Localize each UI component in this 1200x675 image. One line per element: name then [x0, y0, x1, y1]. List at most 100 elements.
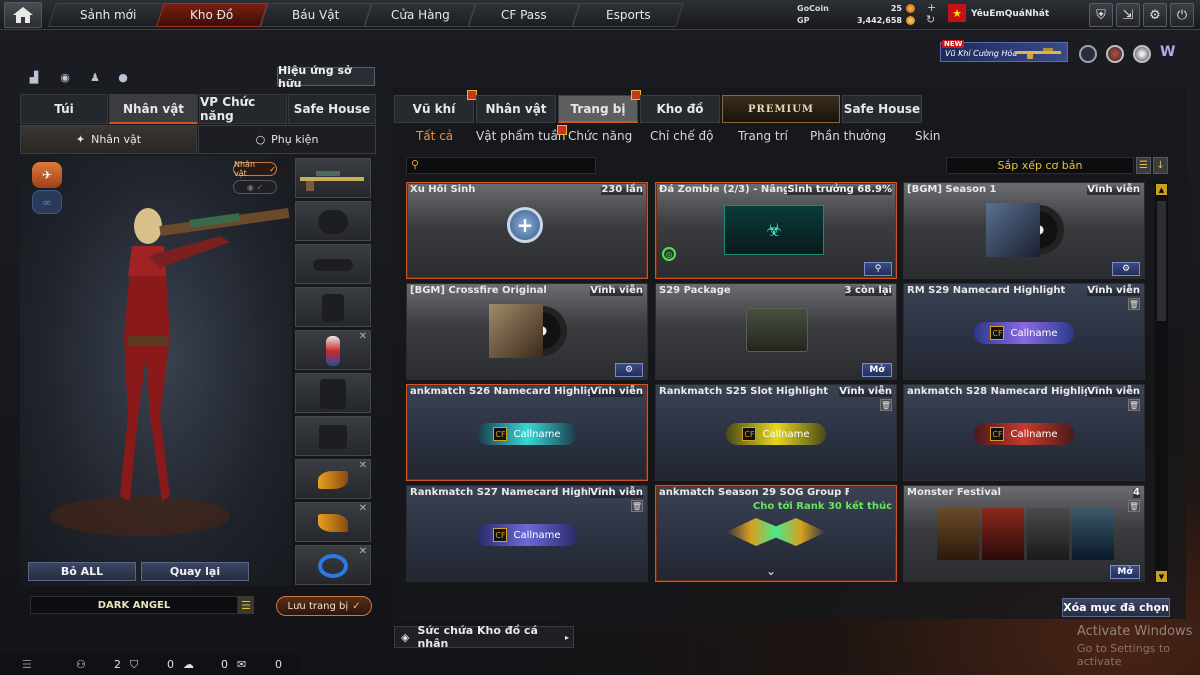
ownership-effect-button[interactable]: Hiệu ứng sở hữu [277, 64, 375, 90]
eye-icon[interactable]: ◉ [56, 68, 74, 86]
scroll-up-icon[interactable]: ▲ [1156, 184, 1167, 195]
character-preview[interactable]: ✈ ∞ Nhân vật ✓ ◉ ✓ [20, 156, 292, 586]
item-card[interactable]: Đá Zombie (2/3) - Nâng Cấp Sinh trưởng 6… [655, 182, 897, 279]
item-card[interactable]: Monster Festival 4 🗑 Mở [903, 485, 1145, 582]
trash-icon[interactable]: 🗑 [880, 399, 892, 411]
left-tab-bag[interactable]: Túi [20, 94, 108, 124]
scroll-down-icon[interactable]: ▼ [1156, 571, 1167, 582]
right-tab-storage[interactable]: Kho đồ [640, 95, 720, 123]
slot-vest[interactable] [295, 373, 371, 413]
camp-eagle-icon[interactable]: ✈ [32, 162, 62, 188]
item-card[interactable]: [BGM] Crossfire Original Vĩnh viễn ⚙ [406, 283, 648, 380]
settings-button[interactable]: ⚙ [1112, 262, 1140, 276]
character-badge[interactable]: Nhân vật ✓ [233, 160, 277, 178]
scroll-thumb[interactable] [1157, 201, 1166, 321]
preset-name-field[interactable]: DARK ANGEL [30, 596, 238, 614]
open-button[interactable]: Mở [862, 363, 892, 377]
category-skin[interactable]: Skin [915, 129, 941, 145]
search-input[interactable]: ⚲ [406, 157, 596, 174]
open-button[interactable]: Mở [1110, 565, 1140, 579]
item-scrollbar[interactable]: ▲ ▼ [1155, 183, 1168, 583]
right-tab-premium[interactable]: PREMIUM [722, 95, 840, 123]
category-all[interactable]: Tất cả [416, 129, 453, 145]
shield-icon[interactable]: ⛨ [1089, 3, 1113, 27]
target-icon[interactable] [1106, 45, 1124, 63]
nav-tab-esports[interactable]: Esports [572, 3, 684, 27]
category-decoration[interactable]: Trang trí [738, 129, 788, 145]
slot-primary-weapon[interactable] [295, 158, 371, 198]
emblem-icon[interactable] [1133, 45, 1151, 63]
item-card[interactable]: Rankmatch S25 Slot Highlight Vĩnh viễn 🗑… [655, 384, 897, 481]
nav-tab-inventory[interactable]: Kho Đồ [156, 3, 268, 27]
weapon-upgrade-banner[interactable]: NEW Vũ Khí Cường Hóa [940, 40, 1068, 62]
storage-capacity-button[interactable]: ◈ Sức chứa Kho đồ cá nhân ▸ [394, 624, 574, 650]
trash-icon[interactable]: 🗑 [1128, 399, 1140, 411]
right-tab-character[interactable]: Nhân vật [476, 95, 556, 123]
item-card[interactable]: [BGM] Season 1 Vĩnh viễn ⚙ [903, 182, 1145, 279]
mail-icon[interactable]: ✉ [237, 658, 246, 671]
subtab-character[interactable]: ✦ Nhân vật [20, 125, 197, 154]
badge-icon[interactable] [1079, 45, 1097, 63]
trash-icon[interactable]: 🗑 [631, 500, 643, 512]
remove-icon[interactable]: ✕ [359, 331, 367, 342]
back-button[interactable]: Quay lại [141, 562, 249, 581]
trash-icon[interactable]: 🗑 [1128, 500, 1140, 512]
subtab-accessories[interactable]: ○ Phụ kiện [198, 125, 376, 154]
grenade-icon[interactable]: ● [114, 68, 132, 86]
gear-icon[interactable]: ⚙ [1143, 3, 1167, 27]
category-mode-only[interactable]: Chỉ chế độ [650, 129, 714, 145]
camp-blue-icon[interactable]: ∞ [32, 190, 62, 214]
left-tab-character[interactable]: Nhân vật [109, 94, 198, 124]
slot-helmet[interactable] [295, 201, 371, 241]
slot-wing-left[interactable]: ✕ [295, 459, 371, 499]
menu-icon[interactable]: ☰ [238, 596, 254, 614]
stats-icon[interactable]: ▟ [25, 68, 43, 86]
slot-backpack[interactable] [295, 416, 371, 456]
w-logo-icon[interactable]: W [1160, 44, 1180, 62]
exit-room-icon[interactable]: ⇲ [1116, 3, 1140, 27]
sort-direction-icon[interactable]: ↓ [1153, 157, 1168, 174]
item-card[interactable]: S29 Package 3 còn lại Mở [655, 283, 897, 380]
item-card[interactable]: ankmatch Season 29 SOG Group Fr Cho tới … [655, 485, 897, 582]
username[interactable]: YêuEmQuáNhát [971, 9, 1049, 19]
category-weekly-items[interactable]: Vật phẩm tuần [476, 125, 568, 145]
settings-button[interactable]: ⚙ [615, 363, 643, 377]
sort-list-icon[interactable]: ☰ [1136, 157, 1151, 174]
inspect-button[interactable]: ⚲ [864, 262, 892, 276]
item-card[interactable]: Rankmatch S27 Namecard Highlight Vĩnh vi… [406, 485, 648, 582]
clear-selected-button[interactable]: Xóa mục đã chọn [1062, 598, 1170, 617]
nav-tab-lobby[interactable]: Sảnh mới [48, 3, 168, 27]
list-icon[interactable]: ☰ [22, 658, 32, 671]
friends-icon[interactable]: ⚇ [76, 658, 86, 671]
nav-tab-treasure[interactable]: Báu Vật [260, 3, 372, 27]
slot-mask[interactable] [295, 287, 371, 327]
save-loadout-button[interactable]: Lưu trang bị ✓ [276, 596, 372, 616]
power-icon[interactable]: ⏻ [1170, 3, 1194, 27]
remove-all-button[interactable]: Bỏ ALL [28, 562, 136, 581]
refresh-icon[interactable]: ↻ [926, 13, 935, 26]
slot-wing-right[interactable]: ✕ [295, 502, 371, 542]
trash-icon[interactable]: 🗑 [1128, 298, 1140, 310]
sort-dropdown[interactable]: Sắp xếp cơ bản [946, 157, 1134, 174]
right-tab-safe-house[interactable]: Safe House [842, 95, 922, 123]
item-card[interactable]: Xu Hồi Sinh 230 lần + [406, 182, 648, 279]
right-tab-equipment[interactable]: Trang bị [558, 90, 641, 123]
category-rewards[interactable]: Phần thưởng [810, 129, 886, 145]
slot-ring[interactable]: ✕ [295, 545, 371, 585]
nav-tab-shop[interactable]: Cửa Hàng [364, 3, 476, 27]
remove-icon[interactable]: ✕ [359, 546, 367, 557]
right-tab-weapons[interactable]: Vũ khí [394, 90, 477, 123]
left-tab-safe-house[interactable]: Safe House [288, 94, 376, 124]
slot-goggles[interactable] [295, 244, 371, 284]
item-card[interactable]: ankmatch S28 Namecard Highlight Vĩnh viễ… [903, 384, 1145, 481]
left-tab-function-items[interactable]: VP Chức năng [199, 94, 287, 124]
category-function[interactable]: Chức năng [568, 129, 632, 145]
character-icon[interactable]: ♟ [86, 68, 104, 86]
clan-icon[interactable]: ⛉ [130, 658, 138, 672]
remove-icon[interactable]: ✕ [359, 460, 367, 471]
nav-tab-cfpass[interactable]: CF Pass [468, 3, 580, 27]
remove-icon[interactable]: ✕ [359, 503, 367, 514]
item-card[interactable]: RM S29 Namecard Highlight Vĩnh viễn 🗑 CF… [903, 283, 1145, 380]
item-card[interactable]: ankmatch S26 Namecard Highlight Vĩnh viễ… [406, 384, 648, 481]
home-button[interactable] [4, 2, 42, 28]
